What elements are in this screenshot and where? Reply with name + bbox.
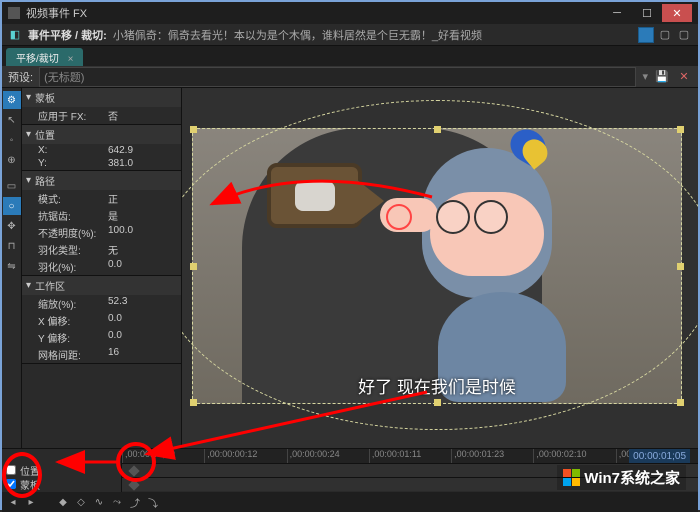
track-position-label[interactable]: 位置 xyxy=(2,463,121,477)
prop-opacity-label: 不透明度(%): xyxy=(38,225,108,240)
prop-grid-value[interactable]: 16 xyxy=(108,347,119,362)
maximize-button[interactable]: ☐ xyxy=(632,4,662,22)
tool-anchor[interactable]: ◦ xyxy=(3,131,21,149)
video-frame: 好了 现在我们是时候 xyxy=(192,128,682,404)
prop-grid-label: 网格间距: xyxy=(38,347,108,362)
tool-move[interactable]: ✥ xyxy=(3,217,21,235)
prop-y-value[interactable]: 381.0 xyxy=(108,158,133,169)
preset-dropdown[interactable]: (无标题) xyxy=(39,67,636,87)
tool-flip-h[interactable]: ⇋ xyxy=(3,257,21,275)
section-position-header[interactable]: ▾ 位置 xyxy=(22,125,181,144)
prop-feather-label: 羽化类型: xyxy=(38,242,108,257)
timeline-track-labels: 位置 蒙板 xyxy=(2,449,122,493)
prop-yoff-label: Y 偏移: xyxy=(38,330,108,345)
ruler-tick: ,00:00:01:23 xyxy=(451,449,533,463)
main-area: ⚙ ↖ ◦ ⊕ ▭ ○ ✥ ⊓ ⇋ ▾ 蒙板 应用于 FX:否 ▾ 位置 X:6… xyxy=(2,88,698,448)
section-path-header[interactable]: ▾ 路径 xyxy=(22,171,181,190)
windows-logo-icon xyxy=(563,469,580,486)
tool-strip: ⚙ ↖ ◦ ⊕ ▭ ○ ✥ ⊓ ⇋ xyxy=(2,88,22,448)
sign-graphic xyxy=(267,163,362,228)
ruler-tick: ,00:00:00:24 xyxy=(287,449,369,463)
prop-x-label: X: xyxy=(38,145,108,156)
video-subtitle: 好了 现在我们是时候 xyxy=(192,373,682,398)
header-action-3[interactable]: ▢ xyxy=(676,27,692,43)
header-action-1[interactable] xyxy=(638,27,654,43)
prop-yoff-value[interactable]: 0.0 xyxy=(108,330,122,345)
prop-mode-label: 模式: xyxy=(38,191,108,206)
preset-bar: 预设: (无标题) ▾ 💾 ✕ xyxy=(2,66,698,88)
prop-xoff-label: X 偏移: xyxy=(38,313,108,328)
tool-settings[interactable]: ⚙ xyxy=(3,91,21,109)
prop-applyfx-value[interactable]: 否 xyxy=(108,108,118,123)
delete-preset-button[interactable]: ✕ xyxy=(676,69,692,85)
ruler-tick: ,00:00:02:10 xyxy=(533,449,615,463)
prop-opacity-value[interactable]: 100.0 xyxy=(108,225,133,240)
window-titlebar: 视频事件 FX ─ ☐ ✕ xyxy=(2,2,698,24)
fx-tab-bar: 平移/裁切 × xyxy=(2,46,698,66)
event-header-bar: ◧ 事件平移 / 裁切: 小猪佩奇：佩奇去看光！本以为是个木偶，谁料居然是个巨无… xyxy=(2,24,698,46)
timeline-toolbar: ◂ ▸ ◆ ◇ ∿ ⤳ ⤴ ⤵ xyxy=(2,492,698,512)
tl-curve-2-button[interactable]: ⤳ xyxy=(110,495,124,509)
ruler-tick: ,00:00:00;00 xyxy=(122,449,204,463)
event-label: 事件平移 / 裁切: xyxy=(28,27,107,43)
watermark: Win7系统之家 xyxy=(557,465,686,490)
tab-pan-crop[interactable]: 平移/裁切 × xyxy=(6,48,83,66)
save-preset-button[interactable]: 💾 xyxy=(654,69,670,85)
header-action-2[interactable]: ▢ xyxy=(657,27,673,43)
prop-applyfx-label: 应用于 FX: xyxy=(38,108,108,123)
tool-ellipse[interactable]: ○ xyxy=(3,197,21,215)
track-mask-label[interactable]: 蒙板 xyxy=(2,477,121,491)
timecode-display[interactable]: 00:00:01;05 xyxy=(629,449,690,463)
tl-add-key-button[interactable]: ◆ xyxy=(56,495,70,509)
properties-panel: ▾ 蒙板 应用于 FX:否 ▾ 位置 X:642.9 Y:381.0 ▾ 路径 … xyxy=(22,88,182,448)
ruler-tick: ,00:00:00:12 xyxy=(204,449,286,463)
prop-xoff-value[interactable]: 0.0 xyxy=(108,313,122,328)
tool-magnet[interactable]: ⊓ xyxy=(3,237,21,255)
prop-zoom-value[interactable]: 52.3 xyxy=(108,296,127,311)
prop-featheramt-value[interactable]: 0.0 xyxy=(108,259,122,274)
ruler-tick: ,00:00:01:11 xyxy=(369,449,451,463)
preview-viewport[interactable]: 好了 现在我们是时候 xyxy=(182,88,698,448)
prop-featheramt-label: 羽化(%): xyxy=(38,259,108,274)
preset-dropdown-arrow-icon[interactable]: ▾ xyxy=(642,70,648,83)
pan-crop-icon: ◧ xyxy=(8,28,22,42)
prop-zoom-label: 缩放(%): xyxy=(38,296,108,311)
watermark-text: Win7系统之家 xyxy=(584,467,680,488)
close-button[interactable]: ✕ xyxy=(662,4,692,22)
tl-curve-3-button[interactable]: ⤴ xyxy=(128,495,142,509)
tl-del-key-button[interactable]: ◇ xyxy=(74,495,88,509)
prop-aa-label: 抗锯齿: xyxy=(38,208,108,223)
tl-prev-button[interactable]: ◂ xyxy=(6,495,20,509)
timeline-ruler[interactable]: ,00:00:00;00 ,00:00:00:12 ,00:00:00:24 ,… xyxy=(122,449,698,463)
tab-label: 平移/裁切 xyxy=(16,54,59,65)
prop-mode-value[interactable]: 正 xyxy=(108,191,118,206)
track-mask-checkbox[interactable] xyxy=(6,479,16,489)
tool-zoom[interactable]: ⊕ xyxy=(3,151,21,169)
section-mask-header[interactable]: ▾ 蒙板 xyxy=(22,88,181,107)
preset-label: 预设: xyxy=(8,69,33,85)
tl-curve-4-button[interactable]: ⤵ xyxy=(146,495,160,509)
section-workarea-header[interactable]: ▾ 工作区 xyxy=(22,276,181,295)
window-title: 视频事件 FX xyxy=(26,5,87,21)
prop-x-value[interactable]: 642.9 xyxy=(108,145,133,156)
tool-arrow[interactable]: ↖ xyxy=(3,111,21,129)
tool-rect[interactable]: ▭ xyxy=(3,177,21,195)
app-icon xyxy=(8,7,20,19)
character-graphic xyxy=(422,148,552,298)
keyframe[interactable] xyxy=(128,479,139,490)
prop-feather-value[interactable]: 无 xyxy=(108,242,118,257)
preset-value: (无标题) xyxy=(44,72,84,84)
prop-aa-value[interactable]: 是 xyxy=(108,208,118,223)
event-description: 小猪佩奇：佩奇去看光！本以为是个木偶，谁料居然是个巨无霸！_好看视频 xyxy=(113,27,632,43)
tl-curve-1-button[interactable]: ∿ xyxy=(92,495,106,509)
track-position-checkbox[interactable] xyxy=(6,465,16,475)
tab-close-icon[interactable]: × xyxy=(68,54,74,65)
tl-next-button[interactable]: ▸ xyxy=(24,495,38,509)
prop-y-label: Y: xyxy=(38,158,108,169)
minimize-button[interactable]: ─ xyxy=(602,4,632,22)
keyframe[interactable] xyxy=(128,465,139,476)
